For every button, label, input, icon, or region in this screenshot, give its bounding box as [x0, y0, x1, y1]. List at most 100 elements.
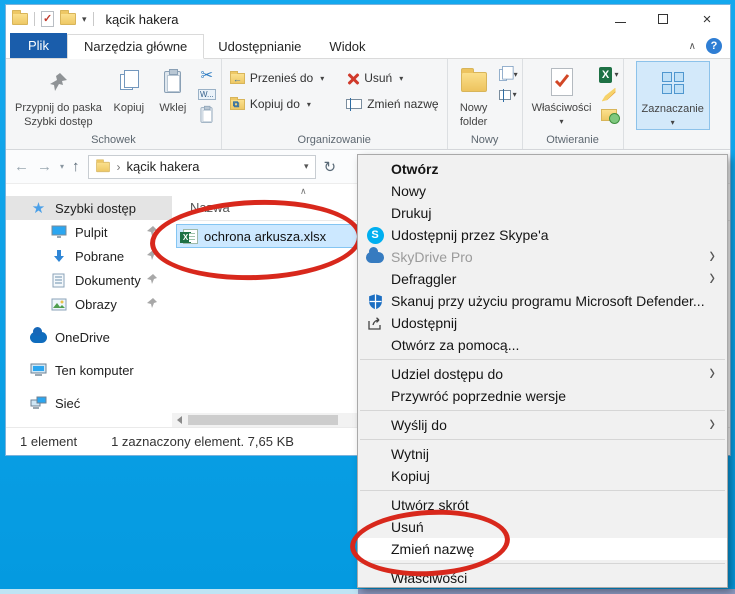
- delete-icon: [346, 72, 359, 85]
- qat-separator: [34, 12, 35, 26]
- selection-button[interactable]: Zaznaczanie ▾: [636, 61, 710, 130]
- tab-view[interactable]: Widok: [315, 35, 379, 58]
- scrollbar-thumb[interactable]: [188, 415, 338, 425]
- paste-button[interactable]: Wklej: [151, 61, 195, 118]
- dropdown-icon: ▾: [399, 74, 403, 83]
- back-icon[interactable]: ←: [14, 158, 29, 175]
- navigation-pane: ★ Szybki dostęp Pulpit Pobrane Dokumenty: [6, 184, 172, 427]
- group-label-organize: Organizowanie: [226, 132, 443, 149]
- pin-icon: [146, 225, 158, 237]
- maximize-button[interactable]: [658, 14, 668, 24]
- ribbon-group-clipboard: Przypnij do paskaSzybki dostęp Kopiuj Wk…: [6, 59, 222, 149]
- copy-to-button[interactable]: ⧉ Kopiuj do▾: [226, 95, 328, 113]
- pin-to-quick-access-button[interactable]: Przypnij do paskaSzybki dostęp: [10, 61, 107, 132]
- paste-shortcut-icon[interactable]: [201, 107, 213, 122]
- qat-dropdown-icon[interactable]: ▾: [82, 14, 87, 25]
- sidebar-item-onedrive[interactable]: OneDrive: [6, 325, 172, 349]
- move-to-button[interactable]: ← Przenieś do▾: [226, 69, 328, 87]
- history-icon[interactable]: [599, 106, 619, 123]
- copy-icon: [120, 74, 133, 90]
- address-folder-icon: [96, 161, 110, 171]
- group-label-open: Otwieranie: [527, 132, 619, 149]
- menu-item-copy[interactable]: Kopiuj: [358, 465, 727, 487]
- menu-item-restore-versions[interactable]: Przywróć poprzednie wersje: [358, 385, 727, 407]
- sidebar-item-desktop[interactable]: Pulpit: [6, 220, 172, 244]
- ribbon-group-organize: ← Przenieś do▾ ⧉ Kopiuj do▾ Usuń▾: [222, 59, 448, 149]
- collapse-ribbon-icon[interactable]: ∧: [689, 41, 696, 52]
- file-item-selected[interactable]: ochrona arkusza.xlsx: [176, 224, 358, 248]
- sidebar-item-documents[interactable]: Dokumenty: [6, 268, 172, 292]
- easy-access-icon[interactable]: ▾: [498, 66, 518, 83]
- new-item-icon[interactable]: ▾: [498, 86, 518, 103]
- up-icon[interactable]: ↑: [72, 158, 80, 175]
- sidebar-item-this-pc[interactable]: Ten komputer: [6, 358, 172, 382]
- excel-file-icon: [183, 229, 198, 244]
- menu-item-give-access[interactable]: Udziel dostępu do ›: [358, 363, 727, 385]
- address-bar[interactable]: › kącik hakera ▾: [88, 155, 316, 179]
- pin-label-line2: Szybki dostęp: [24, 116, 92, 128]
- paste-icon: [164, 71, 181, 93]
- share-icon: [367, 316, 383, 331]
- open-with-excel-icon[interactable]: X▾: [599, 66, 619, 83]
- menu-item-share[interactable]: Udostępnij: [358, 312, 727, 334]
- dropdown-icon: ▾: [307, 100, 311, 109]
- address-dropdown-icon[interactable]: ▾: [304, 161, 309, 172]
- cut-icon[interactable]: ✂: [197, 66, 217, 83]
- ribbon-group-select: Zaznaczanie ▾: [624, 59, 714, 149]
- minimize-button[interactable]: [615, 15, 626, 23]
- menu-item-open[interactable]: Otwórz: [358, 158, 727, 180]
- tab-share[interactable]: Udostępnianie: [204, 35, 315, 58]
- menu-item-skydrive-pro[interactable]: SkyDrive Pro ›: [358, 246, 727, 268]
- help-icon[interactable]: ?: [706, 38, 722, 54]
- item-count: 1 element: [20, 434, 77, 449]
- menu-item-new[interactable]: Nowy: [358, 180, 727, 202]
- menu-item-delete[interactable]: Usuń: [358, 516, 727, 538]
- move-to-icon: ←: [230, 73, 245, 84]
- close-button[interactable]: ×: [700, 12, 714, 26]
- scroll-left-icon[interactable]: [172, 413, 186, 427]
- tab-file[interactable]: Plik: [10, 33, 67, 58]
- copy-path-icon[interactable]: W...: [198, 89, 216, 100]
- properties-qat-icon[interactable]: [41, 11, 54, 27]
- sidebar-item-pictures[interactable]: Obrazy: [6, 292, 172, 316]
- ribbon-tab-row: Plik Narzędzia główne Udostępnianie Wido…: [6, 33, 730, 59]
- download-arrow-icon: [50, 248, 67, 264]
- properties-button[interactable]: Właściwości ▾: [527, 61, 597, 128]
- ribbon-group-new: Nowyfolder ▾ ▾ Nowy: [448, 59, 523, 149]
- group-label-new: Nowy: [452, 132, 518, 149]
- refresh-icon[interactable]: ↻: [324, 158, 337, 176]
- menu-item-rename[interactable]: Zmień nazwę: [358, 538, 727, 560]
- rename-button[interactable]: Zmień nazwę: [342, 95, 442, 113]
- menu-item-properties[interactable]: Właściwości: [358, 567, 727, 589]
- selection-grid-icon: [662, 72, 684, 94]
- menu-item-scan-defender[interactable]: Skanuj przy użyciu programu Microsoft De…: [358, 290, 727, 312]
- menu-item-create-shortcut[interactable]: Utwórz skrót: [358, 494, 727, 516]
- file-name: ochrona arkusza.xlsx: [204, 229, 326, 244]
- column-header-name[interactable]: Nazwa: [190, 200, 230, 215]
- new-folder-qat-icon[interactable]: [60, 13, 76, 25]
- sort-ascending-icon[interactable]: ∧: [300, 186, 307, 197]
- menu-item-open-with[interactable]: Otwórz za pomocą...: [358, 334, 727, 356]
- sidebar-item-network[interactable]: Sieć: [6, 391, 172, 415]
- breadcrumb[interactable]: kącik hakera: [127, 159, 200, 174]
- horizontal-scrollbar[interactable]: [172, 413, 358, 427]
- sidebar-item-downloads[interactable]: Pobrane: [6, 244, 172, 268]
- menu-item-cut[interactable]: Wytnij: [358, 443, 727, 465]
- recent-locations-icon[interactable]: ▾: [60, 162, 64, 171]
- submenu-arrow-icon: ›: [709, 409, 715, 437]
- menu-item-defraggler[interactable]: Defraggler ›: [358, 268, 727, 290]
- new-folder-button[interactable]: Nowyfolder: [452, 61, 496, 132]
- pin-icon: [146, 297, 158, 309]
- menu-item-print[interactable]: Drukuj: [358, 202, 727, 224]
- menu-item-share-skype[interactable]: S Udostępnij przez Skype'a: [358, 224, 727, 246]
- tab-home[interactable]: Narzędzia główne: [67, 34, 204, 59]
- delete-button[interactable]: Usuń▾: [342, 69, 442, 87]
- edit-icon[interactable]: [599, 86, 619, 103]
- sidebar-item-quick-access[interactable]: ★ Szybki dostęp: [6, 196, 172, 220]
- menu-item-send-to[interactable]: Wyślij do ›: [358, 414, 727, 436]
- copy-button[interactable]: Kopiuj: [107, 61, 151, 118]
- forward-icon[interactable]: →: [37, 158, 52, 175]
- submenu-arrow-icon: ›: [709, 263, 715, 291]
- menu-separator: [360, 359, 725, 360]
- window-controls: ×: [615, 12, 724, 26]
